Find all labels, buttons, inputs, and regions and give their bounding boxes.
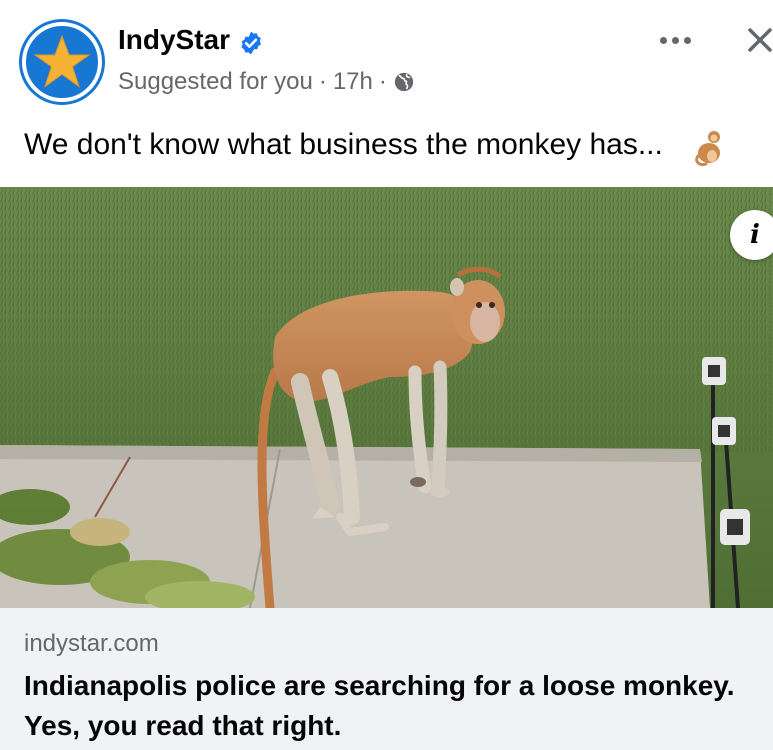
close-icon[interactable] [740,20,773,60]
star-logo-icon [33,34,91,88]
post-time[interactable]: 17h [333,68,373,96]
more-options-dot [683,36,691,44]
globe-icon [394,72,414,92]
meta-separator: · [318,68,327,95]
link-domain: indystar.com [24,630,159,657]
link-preview[interactable]: indystar.com Indianapolis police are sea… [0,608,773,750]
post-caption: We don't know what business the monkey h… [24,128,663,161]
more-options-dot [671,36,679,44]
suggested-label: Suggested for you [118,68,313,95]
info-icon[interactable]: i [730,210,773,260]
verified-badge-icon [241,31,261,55]
monkey-photo [0,187,773,608]
post-header: IndyStar Suggested for you · 17h · [0,0,773,110]
page-avatar[interactable] [22,22,102,102]
meta-separator-2: · [378,68,387,95]
monkey-emoji [695,131,720,166]
link-title[interactable]: Indianapolis police are searching for a … [24,666,754,746]
page-name[interactable]: IndyStar [118,24,230,56]
more-options-icon [659,36,667,44]
post-photo[interactable] [0,187,773,608]
post-meta: Suggested for you · 17h · [118,68,415,96]
more-options-button[interactable] [650,20,700,60]
